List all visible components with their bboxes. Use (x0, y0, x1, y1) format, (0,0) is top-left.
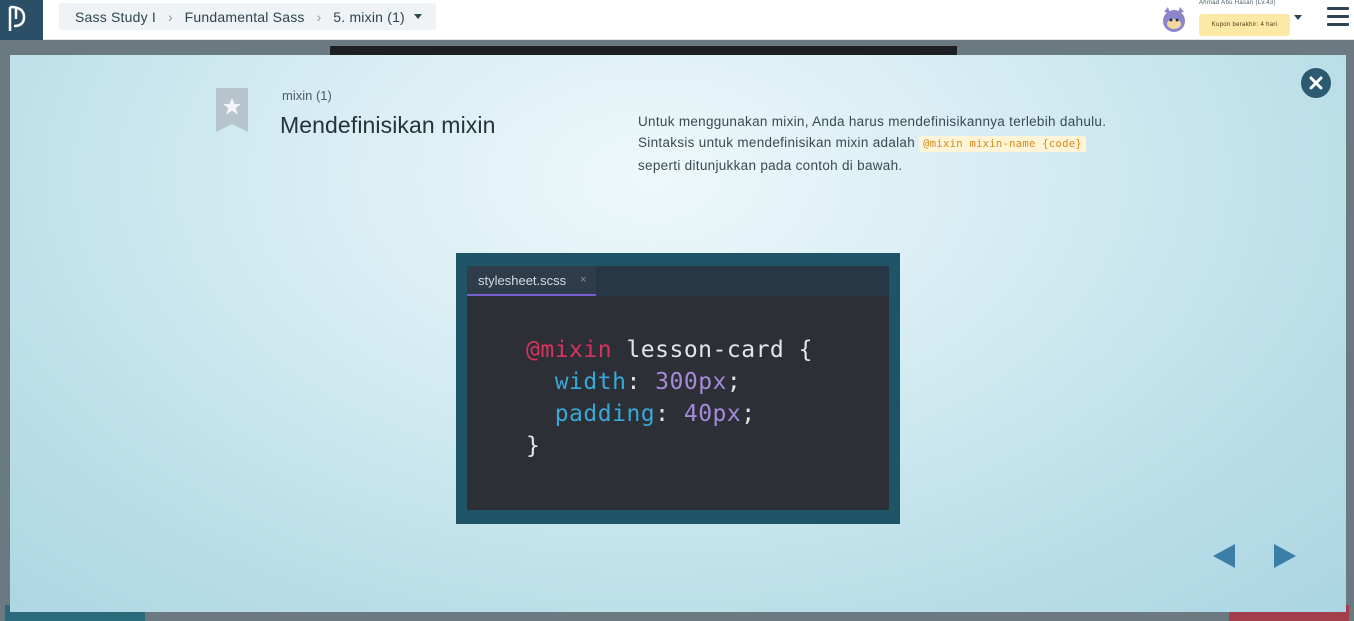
editor-tab: stylesheet.scss × (467, 266, 596, 296)
code-keyword: @mixin (526, 337, 613, 363)
slide-modal: mixin (1) Mendefinisikan mixin Untuk men… (10, 55, 1346, 612)
triangle-right-icon[interactable] (1274, 544, 1296, 568)
code-example-figure: stylesheet.scss × @mixin lesson-card { w… (456, 253, 900, 524)
slide-description: Untuk menggunakan mixin, Anda harus mend… (638, 111, 1118, 176)
code-text: ; (726, 369, 742, 395)
close-button[interactable] (1301, 68, 1331, 98)
code-text: ; (741, 401, 756, 427)
code-value: 40px (683, 401, 742, 427)
breadcrumb: Sass Study I › Fundamental Sass › 5. mix… (59, 3, 436, 30)
chevron-right-icon: › (168, 8, 173, 25)
username: Ahmad Abu Hasan (Lv.43) (1199, 0, 1276, 6)
caret-down-icon[interactable] (413, 14, 422, 19)
triangle-left-icon[interactable] (1213, 544, 1235, 568)
editor-tab-bar: stylesheet.scss × (467, 266, 889, 296)
hamburger-icon[interactable] (1327, 7, 1349, 27)
code-editor: stylesheet.scss × @mixin lesson-card { w… (467, 266, 889, 510)
code-text: : (626, 369, 656, 395)
top-bar: Sass Study I › Fundamental Sass › 5. mix… (0, 0, 1354, 40)
tab-filename: stylesheet.scss (478, 272, 567, 288)
logo[interactable] (0, 0, 43, 40)
code-value: 300px (655, 369, 727, 395)
coupon-badge: Kupon berakhir: 4 hari (1199, 14, 1290, 36)
code-property: width (554, 369, 627, 395)
avatar[interactable] (1159, 4, 1189, 34)
breadcrumb-section[interactable]: Fundamental Sass (185, 9, 305, 25)
description-text: seperti ditunjukkan pada contoh di bawah… (638, 158, 903, 173)
slide-title: Mendefinisikan mixin (280, 112, 496, 138)
code-property: padding (554, 401, 656, 427)
breadcrumb-course[interactable]: Sass Study I (75, 9, 156, 25)
close-icon (1309, 76, 1323, 90)
caret-down-icon[interactable] (1294, 15, 1302, 20)
inline-code: @mixin mixin-name {code} (919, 136, 1087, 152)
code-text: : (655, 401, 684, 427)
tab-close-icon: × (580, 274, 587, 286)
slide-subtitle: mixin (1) (282, 88, 332, 103)
progate-logo-icon (8, 5, 26, 31)
bookmark-star-icon (216, 88, 248, 132)
code-block: @mixin lesson-card { width: 300px; paddi… (526, 334, 813, 462)
chevron-right-icon: › (316, 8, 322, 25)
breadcrumb-lesson[interactable]: 5. mixin (1) (333, 9, 405, 25)
code-text: lesson-card { (612, 337, 813, 363)
code-text: } (526, 433, 541, 459)
